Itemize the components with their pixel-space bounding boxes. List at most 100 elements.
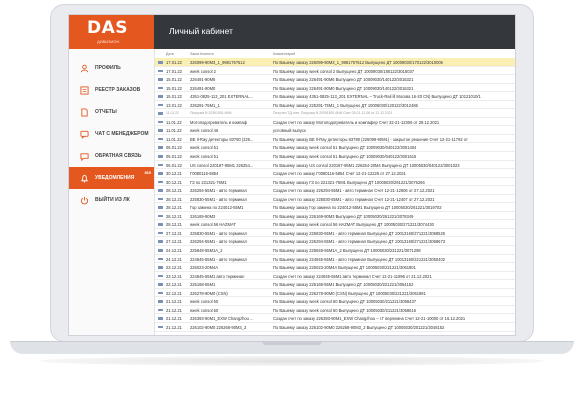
mail-icon [158, 163, 163, 167]
table-row[interactable]: 28.12.21 226294-55M1 - авто терминал Созда… [155, 186, 515, 195]
row-date: 21.12.21 [166, 307, 182, 313]
mail-icon [158, 257, 163, 261]
row-order: 225848-55M1A_2 [190, 248, 223, 254]
table-row[interactable]: 15.01.22 226491-90M0 По Вашему заказу 2264… [155, 84, 515, 93]
sidebar-item-logout[interactable]: ВЫЙТИ ИЗ ЛК [69, 189, 154, 211]
row-date: 17.01.22 [166, 60, 182, 65]
mail-icon [158, 206, 163, 209]
row-date: 15.01.22 [166, 94, 182, 100]
sidebar-item-feedback[interactable]: ОБРАТНАЯ СВЯЗЬ [69, 145, 154, 167]
row-comment: По Вашему заказу 224845-55M1 - авто терм… [273, 256, 446, 262]
row-order: 226099-90M3_1_998175?512 [190, 60, 245, 65]
mail-icon [158, 274, 163, 278]
row-date: 27.12.21 [166, 239, 182, 245]
row-order: 225830-55M1 - авто терминал [190, 196, 247, 202]
row-order: 225168-55M1 [190, 282, 216, 288]
row-comment: Создан счет по заказу 226294-55M1 - авто… [273, 188, 435, 194]
row-comment: По Вашему заказу US consol 220187-95M1 2… [273, 162, 460, 168]
mail-icon [158, 129, 163, 132]
table-row[interactable]: 11.01.22 Погрузка N 20391591-6NN Получен Т… [155, 109, 515, 118]
table-row[interactable]: 05.01.22 US consol 220187-95M1 226254... П… [155, 161, 515, 170]
row-comment: По Вашему заказу BE Il-Ray детекторы 837… [273, 136, 468, 142]
row-comment: По Вашему заказу 226294-55M1 - авто терм… [273, 239, 446, 245]
table-row[interactable]: 11.01.22 BE Il-Ray детекторы 83780 (226..… [155, 135, 515, 144]
mail-icon [158, 291, 163, 295]
row-order: week consol 50 [190, 299, 219, 305]
logo-text: DAS [87, 18, 129, 38]
sidebar-item-chat[interactable]: ЧАТ С МЕНЕДЖЕРОМ [69, 123, 154, 145]
table-row[interactable]: 21.12.21 week consol 50 По Вашему заказу w… [155, 297, 515, 306]
table-row[interactable]: 28.12.21 225830-55M1 - авто терминал Созда… [155, 195, 515, 204]
sidebar-item-profile[interactable]: ПРОФИЛЬ [69, 57, 154, 79]
table-row[interactable]: 15.01.22 4351-0825-113_201 EXTERNAL... По … [155, 92, 515, 101]
table-row[interactable]: 05.01.22 week consol 51 По Вашему заказу w… [155, 152, 515, 161]
sidebar-item-orders[interactable]: РЕЕСТР ЗАКАЗОВ [69, 79, 154, 101]
table-row[interactable]: 05.01.22 week consol 51 По Вашему заказу w… [155, 143, 515, 153]
row-date: 15.01.22 [166, 85, 182, 91]
logo[interactable]: DAS ДИВИЗИОН [69, 15, 154, 49]
row-date: 11.01.22 [166, 128, 182, 134]
row-comment: Получен ТД счет, Погрузка N 20391591-6NN… [273, 111, 393, 116]
row-comment: По Вашему заказу ГЗ по 221321-76M1 Выпущ… [273, 179, 425, 185]
table-body: 17.01.22 226099-90M3_1_998175?512 По Вашем… [155, 58, 515, 332]
table-row[interactable]: 30.12.21 Г0080116-5854 Создан счет по зака… [155, 169, 515, 178]
sidebar-item-label: ВЫЙТИ ИЗ ЛК [95, 197, 130, 203]
mail-icon [158, 69, 163, 73]
table-row[interactable]: 17.01.22 226099-90M3_1_998175?512 По Вашем… [155, 58, 515, 67]
table-row[interactable]: 21.12.21 226393-90M1_EXW Changzhou ... Соз… [155, 314, 515, 323]
bell-icon [79, 173, 89, 183]
sidebar-item-label: ЧАТ С МЕНЕДЖЕРОМ [95, 131, 149, 137]
table-row[interactable]: 21.12.21 226102-90M0 226268-90M3_2 По Ваше… [155, 323, 515, 332]
table-row[interactable]: 22.12.21 226278-90M0 (CSN) По Вашему заказ… [155, 289, 515, 298]
row-comment: По Вашему заказу week consol 51 Выпущено… [273, 154, 417, 160]
row-order: Г0080116-5854 [190, 171, 219, 177]
row-date: 27.12.21 [166, 230, 182, 236]
row-comment: По Вашему заказу 4351-0825-113_201 EXTER… [273, 94, 481, 100]
list-icon [79, 85, 89, 95]
mail-icon [158, 266, 163, 269]
row-order: 225291-75M1_1 [190, 102, 220, 108]
table-row[interactable]: 13.01.22 225291-75M1_1 По Вашему заказу 22… [155, 101, 515, 110]
row-date: 30.12.21 [166, 179, 182, 185]
table-row[interactable]: 27.12.21 226294-55M1 - авто терминал По Ва… [155, 237, 515, 247]
table-row[interactable]: 22.12.21 225168-55M1 По Вашему заказу 2251… [155, 280, 515, 289]
row-order: week consol 51 [190, 145, 219, 151]
table-row[interactable]: 24.12.21 225848-55M1A_2 По Вашему заказу 2… [155, 246, 515, 255]
table-row[interactable]: 11.01.22 week consol 46 условный выпуск [155, 126, 515, 135]
column-header-date: Дата [166, 52, 174, 56]
table-row[interactable]: 11.01.22 Мотоподогреватель и компаф Создан… [155, 118, 515, 127]
table-row[interactable]: 23.12.21 225023-20M4A По Вашему заказу 225… [155, 263, 515, 272]
mail-icon [158, 231, 163, 235]
table-row[interactable]: 27.12.21 225830-55M1 - авто терминал По Ва… [155, 229, 515, 238]
page-title: Личный кабинет [169, 26, 233, 36]
row-date: 05.01.22 [166, 145, 182, 151]
table-row[interactable]: 28.12.21 week consol 56 HAZMAT По Вашему з… [155, 220, 515, 229]
sidebar-item-reports[interactable]: ОТЧЕТЫ [69, 101, 154, 123]
row-order: US consol 220187-95M1 226254... [190, 162, 254, 168]
row-date: 21.12.21 [166, 316, 182, 322]
table-row[interactable]: 30.12.21 ГЗ по 221321-76M1 По Вашему заказ… [155, 178, 515, 187]
mail-icon [158, 78, 163, 81]
row-comment: По Вашему заказу week consol 2 Выпущено … [273, 68, 415, 74]
table-row[interactable]: 23.12.21 224845-55M1 авто терминал Создан … [155, 272, 515, 281]
chat-icon [79, 129, 89, 139]
row-comment: По Вашему заказу week consol 56 HAZMAT В… [273, 222, 434, 228]
table-row[interactable]: 17.01.22 week consol 2 По Вашему заказу we… [155, 67, 515, 76]
row-comment: По Вашему заказу 226099-90M3_1_998175?51… [273, 60, 443, 65]
mail-icon [158, 300, 163, 303]
mail-icon [158, 112, 163, 115]
row-order: week consol 50 [190, 307, 219, 313]
sidebar-item-notifications[interactable]: УВЕДОМЛЕНИЯ 365 [69, 167, 154, 189]
logo-subtitle: ДИВИЗИОН [97, 39, 120, 44]
table-row[interactable]: 21.12.21 week consol 50 По Вашему заказу w… [155, 306, 515, 315]
table-row[interactable]: 15.01.22 226491-90M6 По Вашему заказу 2264… [155, 75, 515, 84]
mail-icon [158, 95, 163, 98]
table-row[interactable]: 28.12.21 Гор замена по 224012-55M1 По Ваше… [155, 203, 515, 212]
row-comment: По Вашему заказу 225023-20M4A Выпущено Д… [273, 265, 416, 271]
row-date: 28.12.21 [166, 196, 182, 202]
row-comment: По Вашему заказу week consol 51 Выпущено… [273, 145, 417, 151]
row-date: 23.12.21 [166, 265, 182, 271]
table-row[interactable]: 24.12.21 224845-55M1 - авто терминал По Ва… [155, 255, 515, 264]
row-comment: Создан счет по заказу 225830-55M1 - авто… [273, 196, 435, 202]
table-row[interactable]: 28.12.21 226169-90M3 По Вашему заказу 2261… [155, 212, 515, 221]
